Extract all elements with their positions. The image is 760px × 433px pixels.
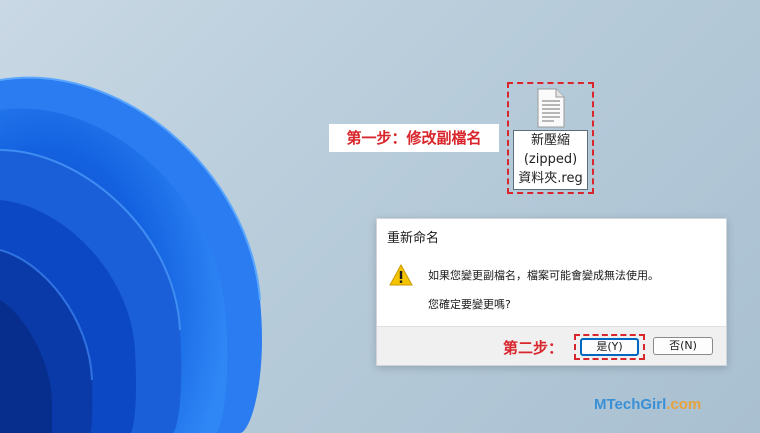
no-button[interactable]: 否(N)	[653, 337, 713, 355]
warning-icon	[389, 264, 413, 286]
windows-bloom-wallpaper	[0, 76, 262, 433]
file-name-line-1: 新壓縮	[530, 133, 570, 148]
dialog-question: 您確定要變更嗎?	[428, 298, 511, 311]
file-name-line-2: (zipped)	[523, 152, 578, 167]
dialog-title: 重新命名	[387, 231, 440, 246]
yes-button[interactable]: 是(Y)	[580, 338, 639, 356]
step2-annotation: 第二步：	[503, 339, 564, 357]
watermark-name: MTechGirl	[594, 396, 667, 413]
watermark-domain: .com	[666, 396, 702, 413]
dialog-message: 如果您變更副檔名，檔案可能會變成無法使用。	[428, 269, 659, 282]
yes-button-highlight: 是(Y)	[574, 334, 645, 360]
dialog-footer: 第二步： 是(Y) 否(N)	[377, 326, 726, 365]
watermark-logo: MTechGirl.com	[594, 396, 701, 413]
text-document-icon	[537, 88, 565, 128]
file-rename-field[interactable]: 新壓縮 (zipped) 資料夾.reg	[513, 130, 588, 190]
desktop-file-reg[interactable]: 新壓縮 (zipped) 資料夾.reg	[507, 82, 594, 194]
file-name-line-3: 資料夾.reg	[518, 171, 583, 186]
step1-annotation: 第一步：修改副檔名	[329, 124, 499, 152]
rename-dialog: 重新命名 如果您變更副檔名，檔案可能會變成無法使用。 您確定要變更嗎? 第二步：…	[376, 218, 727, 366]
